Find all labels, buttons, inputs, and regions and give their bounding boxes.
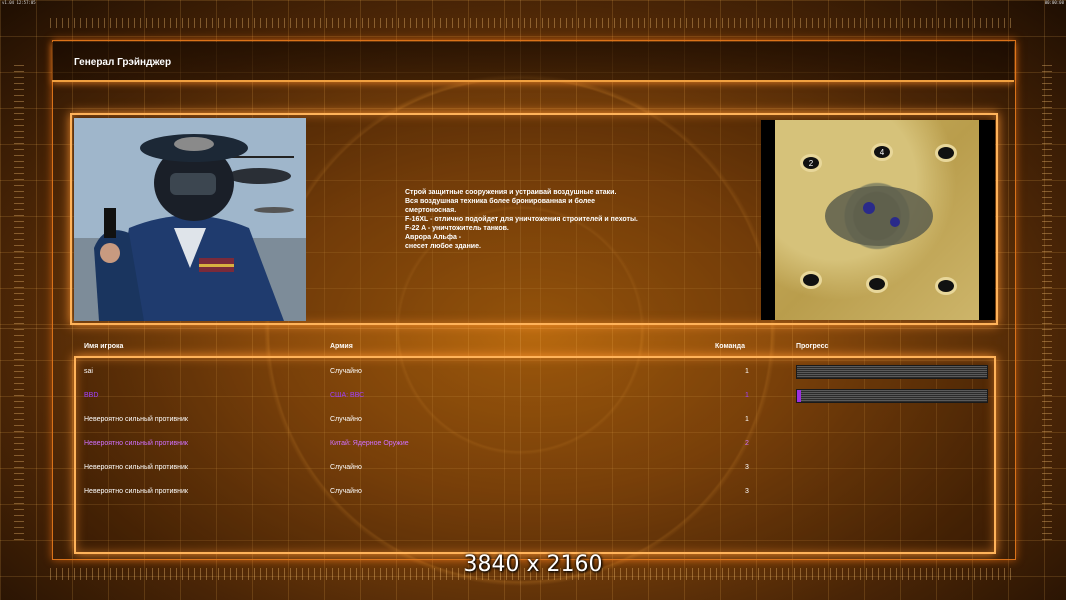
player-army: Случайно <box>330 464 362 471</box>
header-army: Армия <box>330 343 353 350</box>
player-row: Невероятно сильный противник Случайно 3 <box>0 460 1066 476</box>
start-position <box>935 277 957 295</box>
player-row: Невероятно сильный противник Китай: Ядерн… <box>0 436 1066 452</box>
start-position-2: 2 <box>800 154 822 172</box>
player-name: Невероятно сильный противник <box>84 416 188 423</box>
player-team: 1 <box>745 392 749 399</box>
header-progress: Прогресс <box>796 343 829 350</box>
topbar-left-text: v1.04 12:57:05 <box>2 0 36 5</box>
player-name: Невероятно сильный противник <box>84 440 188 447</box>
topbar-clock: 00:00:00 <box>1044 0 1064 5</box>
ruler-top <box>50 18 1016 28</box>
player-row: Невероятно сильный противник Случайно 3 <box>0 484 1066 500</box>
player-team: 1 <box>745 368 749 375</box>
start-position-label: 4 <box>880 148 885 157</box>
start-position-label: 2 <box>809 159 814 168</box>
player-name: Невероятно сильный противник <box>84 488 188 495</box>
header-player-name: Имя игрока <box>84 343 124 350</box>
player-team: 3 <box>745 464 749 471</box>
player-name: BBD <box>84 392 99 399</box>
general-portrait-image <box>74 118 306 321</box>
loading-progress-fill <box>797 390 801 402</box>
briefing-line: F-22 A - уничтожитель танков. <box>405 225 509 232</box>
player-army: Случайно <box>330 416 362 423</box>
briefing-line: снесет любое здание. <box>405 243 481 250</box>
start-position-4: 4 <box>871 143 893 161</box>
player-army: Случайно <box>330 368 362 375</box>
briefing-line: смертоносная. <box>405 207 457 214</box>
general-title: Генерал Грэйнджер <box>74 57 172 68</box>
resolution-watermark: 3840 x 2160 <box>463 552 603 577</box>
start-position <box>866 275 888 293</box>
map-markers: 2 4 <box>800 143 957 295</box>
start-position <box>935 144 957 162</box>
player-team: 2 <box>745 440 749 447</box>
briefing-line: Аврора Альфа - <box>405 234 462 241</box>
loading-progress-bar <box>796 365 988 379</box>
loading-progress-bar <box>796 389 988 403</box>
system-topbar: v1.04 12:57:05 00:00:00 <box>0 0 1066 6</box>
start-position <box>800 271 822 289</box>
player-table-panel <box>74 356 996 554</box>
briefing-line: Строй защитные сооружения и устраивай во… <box>405 189 617 196</box>
general-portrait <box>74 118 306 321</box>
player-army: США: ВВС <box>330 392 365 399</box>
player-team: 1 <box>745 416 749 423</box>
header-team: Команда <box>715 343 745 350</box>
player-row: Невероятно сильный противник Случайно 1 <box>0 412 1066 428</box>
briefing-description: Строй защитные сооружения и устраивай во… <box>405 188 695 251</box>
briefing-line: F-16XL - отлично подойдет для уничтожени… <box>405 216 638 223</box>
map-terrain: 2 4 <box>775 120 979 320</box>
briefing-line: Вся воздушная техника более бронированна… <box>405 198 596 205</box>
player-army: Китай: Ядерное Оружие <box>330 440 409 447</box>
map-preview: 2 4 <box>761 120 995 320</box>
player-team: 3 <box>745 488 749 495</box>
player-name: Невероятно сильный противник <box>84 464 188 471</box>
title-bar <box>52 42 1014 82</box>
player-army: Случайно <box>330 488 362 495</box>
player-name: sai <box>84 368 93 375</box>
